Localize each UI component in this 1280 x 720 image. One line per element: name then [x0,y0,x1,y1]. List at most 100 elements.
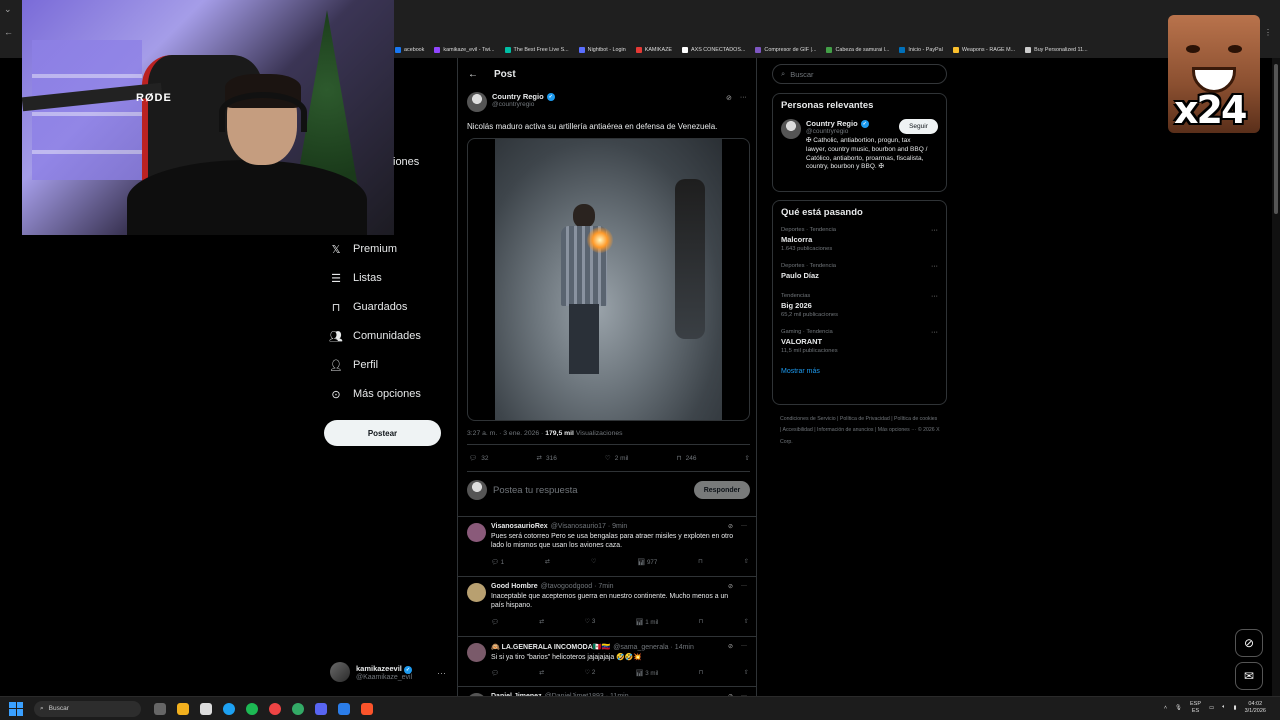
more-icon[interactable]: ··· [741,643,747,650]
reply-button[interactable]: 💬︎ [491,669,499,677]
more-icon[interactable]: ··· [740,94,747,102]
messages-button[interactable]: ✉ [1235,662,1263,690]
avatar[interactable] [467,523,486,542]
show-more-link[interactable]: Mostrar más [773,362,946,384]
like-button[interactable]: ♡ [591,558,597,566]
account-more-icon[interactable]: ··· [437,668,446,678]
avatar[interactable] [467,583,486,602]
brave-icon[interactable] [361,702,373,715]
bookmark-item[interactable]: Buy Personalized 11... [1025,47,1088,53]
reply-author-handle[interactable]: @sama_generala · 14min [613,644,694,651]
bookmark-item[interactable]: KAMIKAZE [635,47,672,53]
reply-item[interactable]: Daniel Jimenez@DanielJimet1893 · 11min⊘·… [458,686,756,696]
menu-icon[interactable]: ⋮ [1264,28,1272,38]
reply-button[interactable]: 💬︎ 1 [491,558,504,566]
more-icon[interactable]: ··· [931,263,938,270]
task-view-icon[interactable] [154,702,166,715]
avatar[interactable] [781,119,801,139]
views-button[interactable]: 📊︎ 3 mil [636,669,659,677]
reply-button[interactable]: 💬︎ [491,618,499,626]
page-scrollbar[interactable] [1272,58,1280,696]
repost-button[interactable]: ⇄ [539,618,544,626]
relevant-user[interactable]: Country Regio ✓ @countryregio ✠ Catholic,… [773,117,946,178]
reply-author-name[interactable]: 🙉 LA.GENERALA INCOMODA🇲🇽🇻🇪 [491,643,610,651]
bookmark-button[interactable]: ⊓ [699,618,704,626]
repost-button[interactable]: ⇄ 316 [537,454,557,463]
reply-item[interactable]: Good Hombre @tavogoodgood · 7min Inaceptab… [458,576,756,626]
reply-input[interactable]: Postea tu respuesta [493,485,688,496]
bookmark-item[interactable]: kamikaze_evil - Twi... [434,47,495,53]
bookmark-item[interactable]: Weapons - RAGE M... [952,47,1015,53]
nav-item-listas[interactable]: ☰ Listas [330,272,382,285]
repost-button[interactable]: ⇄ [545,558,550,566]
trend-item[interactable]: Deportes · Tendencia Malcorra 1.643 public… [773,224,946,256]
views-button[interactable]: 📊︎ 1 mil [636,618,659,626]
bookmark-button[interactable]: ⊓ [698,558,703,566]
views-button[interactable]: 📊︎ 977 [637,558,657,566]
nav-item-más-opciones[interactable]: ⊙ Más opciones [330,388,420,401]
reply-submit-button[interactable]: Responder [694,481,750,499]
bookmark-item[interactable]: Compresor de GIF |... [755,47,816,53]
reply-item[interactable]: 🙉 LA.GENERALA INCOMODA🇲🇽🇻🇪 @sama_generala… [458,636,756,677]
trend-item[interactable]: Deportes · Tendencia Paulo Díaz ··· [773,260,946,286]
more-icon[interactable]: ··· [931,227,938,234]
reply-author-name[interactable]: Good Hombre [491,583,538,590]
more-icon[interactable]: ··· [931,293,938,300]
author-handle[interactable]: @countryregio [492,101,555,108]
chevron-up-icon[interactable]: ˄ [1164,705,1167,711]
nav-item-perfil[interactable]: 👤︎ Perfil [329,359,378,372]
reply-author-name[interactable]: VisanosaurioRex [491,523,548,530]
repost-button[interactable]: ⇄ [539,669,544,677]
grok-icon[interactable]: ⊘ [726,94,732,102]
post-button[interactable]: Postear [324,420,441,446]
more-icon[interactable]: ··· [741,583,747,590]
avatar[interactable] [467,92,487,112]
tweet-media[interactable] [467,138,750,421]
nav-item-guardados[interactable]: ⊓ Guardados [330,301,408,314]
user-name[interactable]: Country Regio [806,119,858,128]
like-button[interactable]: ♡ 2 mil [605,454,629,463]
bookmark-button[interactable]: ⊓ 246 [677,454,697,463]
nav-item-comunidades[interactable]: 👥︎ Comunidades [329,330,421,343]
footer-links[interactable]: Condiciones de Servicio | Política de Pr… [780,414,940,448]
app-icon[interactable] [292,702,304,715]
reply-button[interactable]: 💬︎ 32 [469,454,489,463]
bookmark-item[interactable]: The Best Free Live S... [504,47,569,53]
language-indicator[interactable]: ESP ES [1190,701,1201,715]
reply-author-handle[interactable]: @Visanosaurio17 · 9min [551,523,628,530]
search-input[interactable]: ⌕ Buscar [772,64,947,84]
share-button[interactable]: ⇧ [744,669,749,677]
follow-button[interactable]: Seguir [899,119,938,134]
more-icon[interactable]: ··· [931,329,938,336]
app-icon[interactable] [338,702,350,715]
more-icon[interactable]: ··· [741,523,747,530]
tab-menu-icon[interactable]: ⌄ [4,4,13,15]
bookmark-item[interactable]: Inicio - PayPal [899,47,943,53]
bookmark-item[interactable]: AXS CONECTADOS... [682,47,745,53]
avatar[interactable] [467,643,486,662]
grok-icon[interactable]: ⊘ [728,523,733,530]
account-switcher[interactable]: kamikazeevil ✓ @Kaamikaze_evil [330,662,412,682]
back-arrow-icon[interactable]: ← [468,69,478,80]
reply-item[interactable]: VisanosaurioRex @Visanosaurio17 · 9min Pue… [458,516,756,566]
video-player[interactable] [495,139,722,420]
back-icon[interactable]: ← [4,27,13,37]
clock[interactable]: 04:02 3/1/2026 [1245,701,1266,715]
windows-start-icon[interactable] [9,701,23,716]
taskbar-search[interactable]: ⌕ Buscar [34,700,141,717]
bookmark-item[interactable]: Nightbot - Login [578,47,626,53]
share-button[interactable]: ⇧ [744,618,749,626]
bookmark-button[interactable]: ⊓ [699,669,704,677]
grok-button[interactable]: ⊘ [1235,629,1263,657]
trend-item[interactable]: Gaming · Tendencia VALORANT 11,5 mil publi… [773,326,946,358]
like-button[interactable]: ♡ 2 [585,669,596,677]
discord-icon[interactable] [315,702,327,715]
grok-icon[interactable]: ⊘ [728,643,733,650]
like-button[interactable]: ♡ 3 [585,618,596,626]
author-name[interactable]: Country Regio [492,92,544,101]
share-button[interactable]: ⇧ [744,558,749,566]
bookmark-item[interactable]: acebook [395,47,424,53]
file-explorer-icon[interactable] [177,702,189,715]
spotify-icon[interactable] [246,702,258,715]
battery-icon[interactable]: ▮ [1234,705,1237,711]
